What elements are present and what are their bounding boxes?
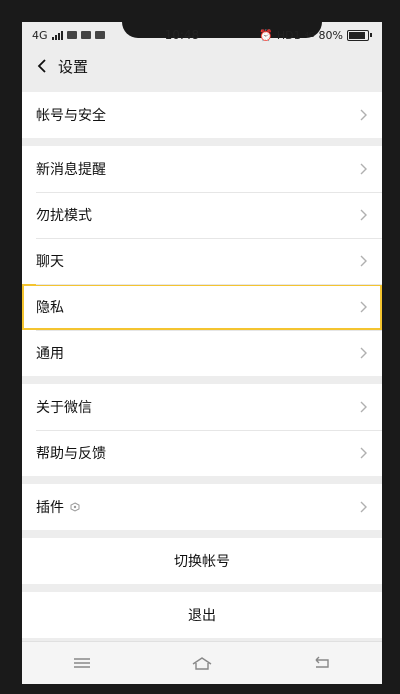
- settings-item-privacy[interactable]: 隐私: [22, 284, 382, 330]
- page-title: 设置: [58, 57, 89, 76]
- chevron-right-icon: [360, 447, 368, 459]
- home-icon[interactable]: [191, 655, 213, 671]
- plugin-icon: [70, 502, 80, 512]
- settings-item-label: 插件: [36, 500, 64, 516]
- battery-percent: 80%: [318, 28, 343, 42]
- network-sup: 4G: [304, 31, 315, 39]
- status-bar: 4G 10:48 ⏰ HD1 4G 80%: [22, 22, 382, 48]
- status-left: 4G: [32, 29, 105, 42]
- status-time: 10:48: [164, 28, 200, 42]
- title-bar: 设置: [22, 48, 382, 84]
- settings-item-label: 新消息提醒: [36, 162, 106, 178]
- settings-item-label: 帐号与安全: [36, 108, 106, 124]
- settings-item-do-not-disturb[interactable]: 勿扰模式: [22, 192, 382, 238]
- network-type: 4G: [32, 28, 48, 42]
- logout-button[interactable]: 退出: [22, 592, 382, 638]
- settings-group-general: 新消息提醒 勿扰模式 聊天 隐私 通用: [22, 146, 382, 376]
- chevron-right-icon: [360, 301, 368, 313]
- chevron-right-icon: [360, 255, 368, 267]
- chevron-right-icon: [360, 163, 368, 175]
- settings-item-account-security[interactable]: 帐号与安全: [22, 92, 382, 138]
- alarm-icon: ⏰: [259, 28, 273, 42]
- settings-group-account: 帐号与安全: [22, 92, 382, 138]
- notification-icon: [66, 31, 77, 39]
- menu-icon[interactable]: [71, 655, 93, 671]
- device-frame: 4G 10:48 ⏰ HD1 4G 80% 设置 帐号与安全 新消息提醒 勿扰模…: [0, 0, 400, 694]
- settings-item-chat[interactable]: 聊天: [22, 238, 382, 284]
- signal-icon: [51, 30, 63, 40]
- chevron-right-icon: [360, 401, 368, 413]
- chevron-right-icon: [360, 109, 368, 121]
- settings-item-label: 关于微信: [36, 400, 92, 416]
- settings-item-help-feedback[interactable]: 帮助与反馈: [22, 430, 382, 476]
- settings-group-about: 关于微信 帮助与反馈: [22, 384, 382, 476]
- notification-icon: [94, 31, 105, 39]
- chevron-left-icon[interactable]: [32, 56, 52, 76]
- hd-label: HD1: [276, 28, 301, 42]
- settings-item-label-wrap: 插件: [36, 497, 80, 517]
- status-right: ⏰ HD1 4G 80%: [259, 29, 372, 42]
- notification-icon: [80, 31, 91, 39]
- battery-icon: [346, 29, 372, 41]
- settings-group-plugins: 插件: [22, 484, 382, 530]
- back-icon[interactable]: [311, 655, 333, 671]
- settings-item-label: 聊天: [36, 254, 64, 270]
- settings-item-notifications[interactable]: 新消息提醒: [22, 146, 382, 192]
- chevron-right-icon: [360, 347, 368, 359]
- settings-item-general[interactable]: 通用: [22, 330, 382, 376]
- settings-item-label: 帮助与反馈: [36, 446, 106, 462]
- chevron-right-icon: [360, 209, 368, 221]
- system-nav-bar: [22, 641, 382, 684]
- settings-item-about[interactable]: 关于微信: [22, 384, 382, 430]
- screen: 4G 10:48 ⏰ HD1 4G 80% 设置 帐号与安全 新消息提醒 勿扰模…: [22, 22, 382, 684]
- switch-account-button[interactable]: 切换帐号: [22, 538, 382, 584]
- settings-item-label: 勿扰模式: [36, 208, 92, 224]
- settings-item-label: 隐私: [36, 300, 64, 316]
- settings-item-label: 通用: [36, 346, 64, 362]
- chevron-right-icon: [360, 501, 368, 513]
- settings-item-plugins[interactable]: 插件: [22, 484, 382, 530]
